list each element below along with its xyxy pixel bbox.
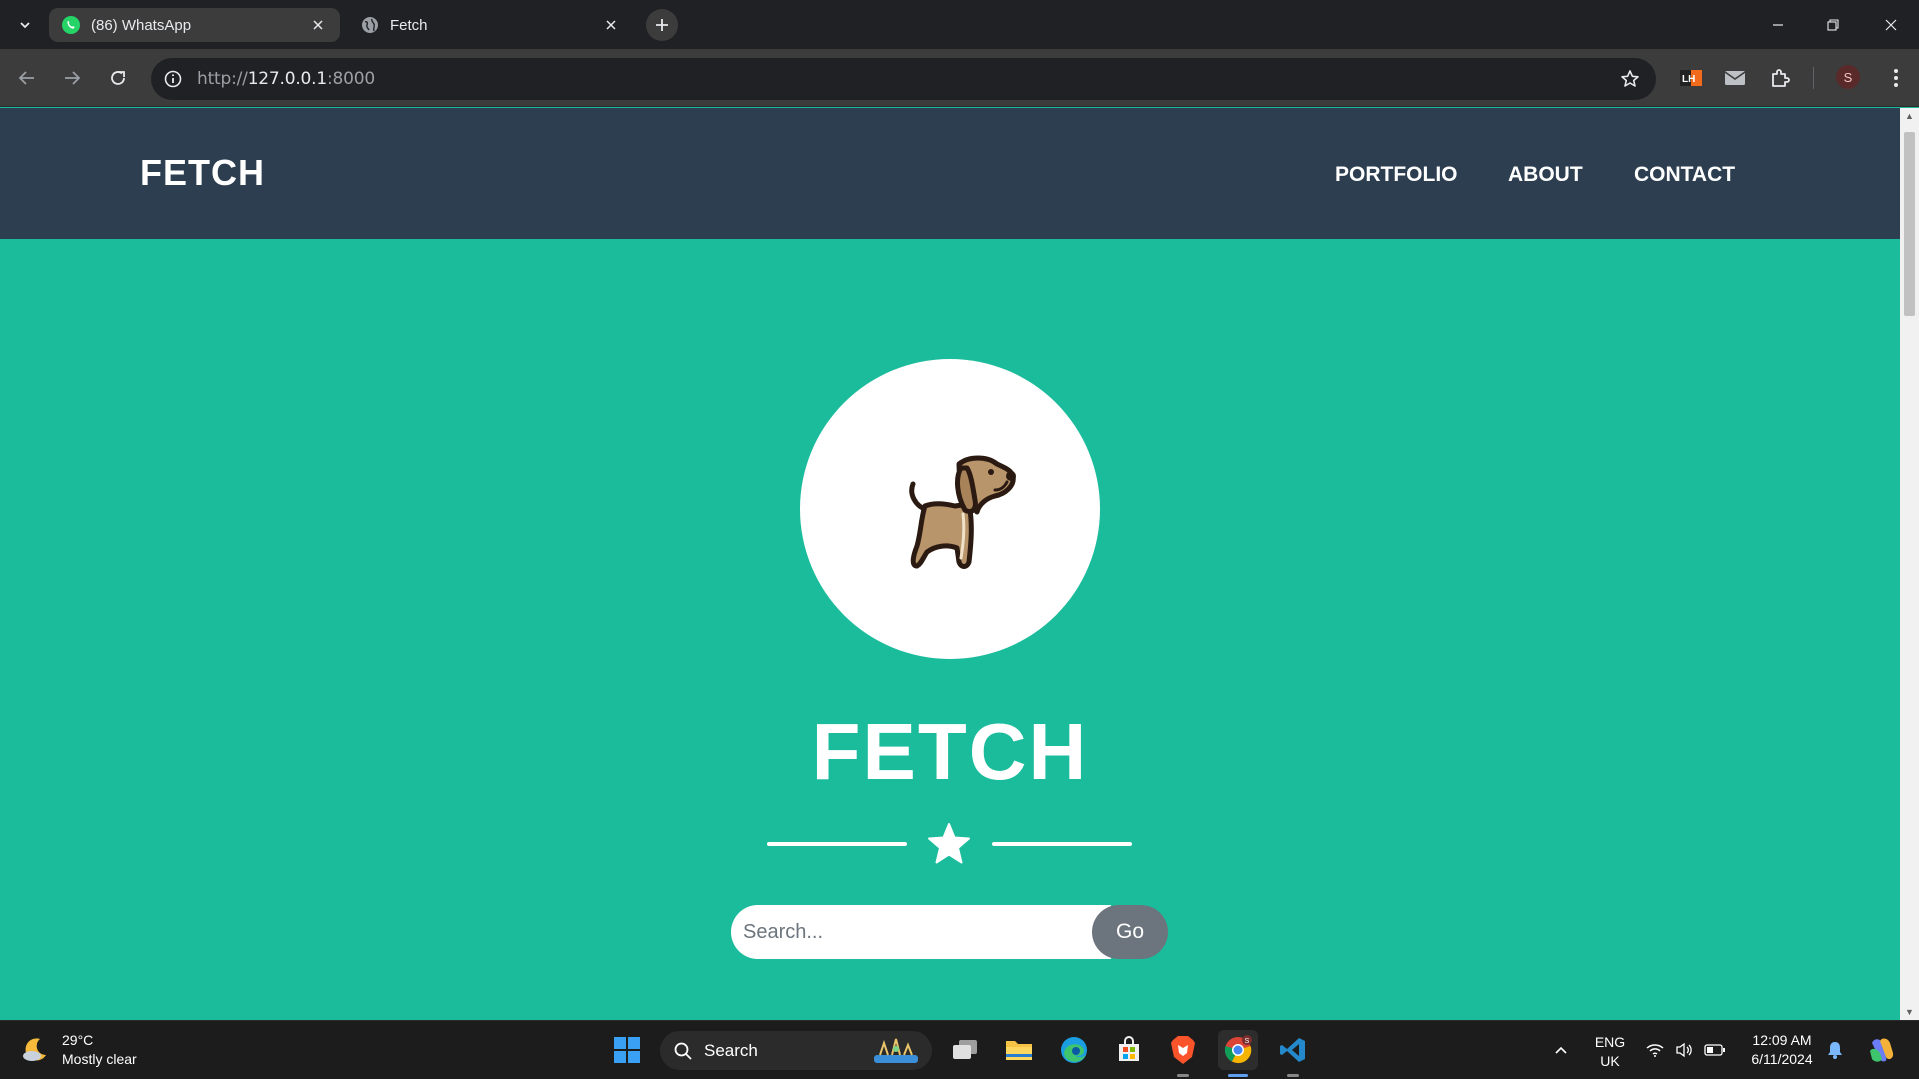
weather-desc: Mostly clear — [62, 1051, 137, 1067]
page-scrollbar[interactable]: ▲ ▼ — [1900, 108, 1919, 1020]
scroll-thumb[interactable] — [1904, 132, 1915, 316]
weather-temp: 29°C — [62, 1032, 94, 1048]
show-hidden-icons-chevron-icon[interactable] — [1550, 1039, 1572, 1061]
globe-icon — [360, 15, 380, 35]
url-host: 127.0.0.1 — [247, 69, 328, 89]
windows-taskbar: 29°C Mostly clear Search S ENG UK 12:09 … — [0, 1020, 1919, 1079]
chrome-active-indicator — [1228, 1074, 1248, 1077]
toolbar-separator — [1813, 67, 1814, 89]
edge-browser-icon[interactable] — [1054, 1030, 1094, 1070]
web-page: FETCH PORTFOLIO ABOUT CONTACT FETCH Sear… — [0, 108, 1900, 1020]
site-navbar: FETCH PORTFOLIO ABOUT CONTACT — [0, 108, 1900, 239]
tab-search-chevron-icon[interactable] — [10, 10, 40, 40]
copilot-icon[interactable] — [1866, 1035, 1896, 1065]
nav-link-portfolio[interactable]: PORTFOLIO — [1335, 163, 1458, 187]
battery-icon[interactable] — [1704, 1039, 1726, 1061]
close-tab-icon[interactable] — [601, 15, 621, 35]
search-form: Go — [731, 905, 1168, 959]
lang-line1: ENG — [1594, 1034, 1626, 1050]
url-text: http://127.0.0.1:8000 — [197, 69, 375, 89]
clock[interactable]: 12:09 AM 6/11/2024 — [1740, 1031, 1824, 1069]
go-button[interactable]: Go — [1092, 905, 1168, 959]
whatsapp-icon — [61, 15, 81, 35]
browser-menu-kebab-icon[interactable] — [1882, 64, 1910, 92]
forward-arrow-icon[interactable] — [55, 61, 89, 95]
url-port: :8000 — [327, 69, 375, 89]
address-bar[interactable]: http://127.0.0.1:8000 — [151, 58, 1656, 100]
star-icon — [928, 823, 970, 864]
hero-title: FETCH — [811, 707, 1089, 796]
windows-start-icon[interactable] — [607, 1030, 647, 1070]
vscode-icon[interactable] — [1273, 1030, 1313, 1070]
scroll-down-arrow-icon[interactable]: ▼ — [1904, 1007, 1915, 1017]
browser-toolbar: http://127.0.0.1:8000 LH — [0, 49, 1919, 107]
divider-line-left — [767, 842, 907, 846]
input-language[interactable]: ENG UK — [1591, 1033, 1629, 1071]
url-scheme: http:// — [197, 69, 248, 89]
chrome-browser-icon[interactable]: S — [1218, 1030, 1258, 1070]
wifi-icon[interactable] — [1644, 1039, 1666, 1061]
notification-bell-icon[interactable] — [1824, 1039, 1846, 1061]
chrome-profile-initial: S — [1245, 1038, 1250, 1045]
clock-date: 6/11/2024 — [1751, 1051, 1813, 1067]
dog-logo-icon — [909, 455, 1016, 569]
microsoft-store-icon[interactable] — [1109, 1030, 1149, 1070]
lang-line2: UK — [1600, 1053, 1620, 1069]
nav-link-contact[interactable]: CONTACT — [1634, 163, 1735, 187]
hero-avatar-circle — [800, 359, 1100, 659]
profile-avatar[interactable]: S — [1836, 65, 1860, 89]
vscode-running-indicator — [1287, 1074, 1299, 1077]
close-window-icon[interactable] — [1876, 10, 1906, 40]
search-input[interactable] — [731, 905, 1111, 959]
search-highlight-illustration-icon — [874, 1038, 918, 1063]
restore-icon[interactable] — [1818, 10, 1848, 40]
scroll-up-arrow-icon[interactable]: ▲ — [1904, 111, 1915, 121]
search-icon — [672, 1040, 694, 1062]
file-explorer-icon[interactable] — [999, 1030, 1039, 1070]
new-tab-plus-icon[interactable] — [646, 9, 678, 41]
moon-cloud-icon — [23, 1038, 46, 1061]
close-tab-icon[interactable] — [308, 15, 328, 35]
weather-widget[interactable]: 29°C Mostly clear — [20, 1031, 137, 1069]
taskbar-search[interactable]: Search — [660, 1031, 932, 1070]
tab-title: Fetch — [390, 16, 428, 34]
tab-whatsapp[interactable]: (86) WhatsApp — [49, 8, 340, 42]
taskbar-search-label: Search — [704, 1040, 758, 1060]
clock-time: 12:09 AM — [1752, 1032, 1812, 1048]
browser-tabstrip: (86) WhatsApp Fetch — [0, 0, 1919, 49]
extensions-puzzle-icon[interactable] — [1766, 64, 1794, 92]
site-info-icon[interactable] — [161, 67, 185, 91]
tab-title: (86) WhatsApp — [91, 16, 192, 34]
mail-extension-icon[interactable] — [1721, 64, 1749, 92]
extension-lh-label: LH — [1682, 74, 1695, 85]
brave-browser-icon[interactable] — [1163, 1030, 1203, 1070]
nav-link-about[interactable]: ABOUT — [1508, 163, 1583, 187]
back-arrow-icon[interactable] — [10, 61, 44, 95]
volume-icon[interactable] — [1673, 1039, 1695, 1061]
reload-icon[interactable] — [101, 61, 135, 95]
site-brand[interactable]: FETCH — [140, 152, 265, 194]
minimize-icon[interactable] — [1763, 10, 1793, 40]
brave-running-indicator — [1177, 1074, 1189, 1077]
lighthouse-extension-icon[interactable]: LH — [1677, 64, 1705, 92]
divider-line-right — [992, 842, 1132, 846]
bookmark-star-icon[interactable] — [1618, 67, 1642, 91]
task-view-icon[interactable] — [945, 1030, 985, 1070]
tab-fetch[interactable]: Fetch — [348, 8, 633, 42]
